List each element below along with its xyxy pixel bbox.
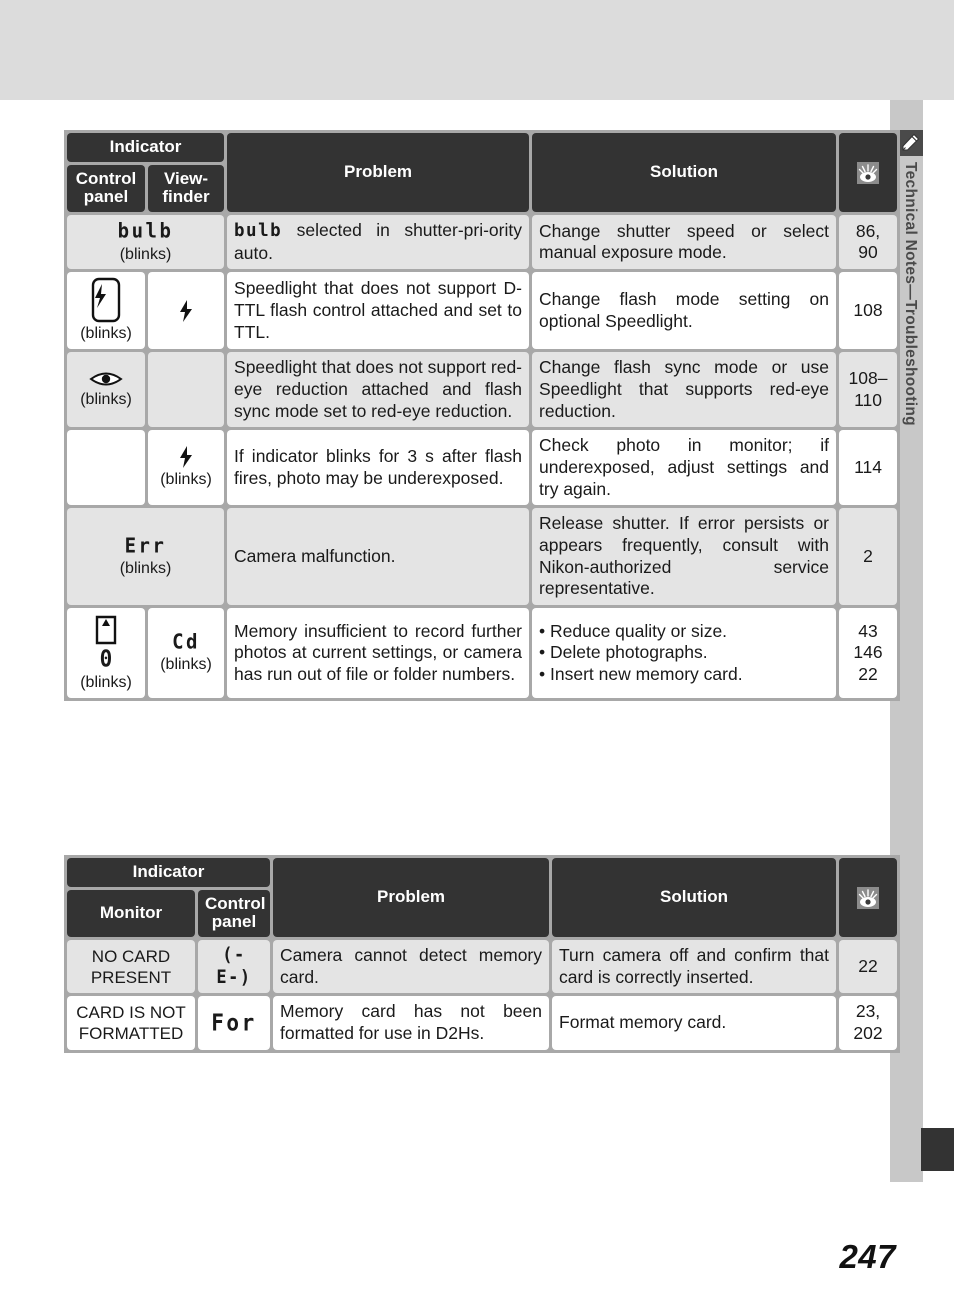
cell-indicator-viewfinder: Cd (blinks) — [148, 608, 225, 698]
cell-problem: Speedlight that does not support D-TTL f… — [227, 272, 530, 350]
blinks-note: (blinks) — [160, 656, 212, 674]
cell-solution-bullets: • Reduce quality or size. • Delete photo… — [532, 608, 837, 698]
header-control-panel: Control panel — [198, 889, 271, 938]
cell-page-ref: 108 — [839, 272, 898, 350]
cell-monitor-message: NO CARD PRESENT — [67, 940, 195, 994]
cell-solution: Change shutter speed or select manual ex… — [532, 215, 837, 270]
header-viewfinder: View- finder — [148, 164, 225, 213]
cell-solution: Change flash sync mode or use Speedlight… — [532, 352, 837, 428]
table-row: bulb (blinks) bulb selected in shutter-p… — [67, 215, 898, 270]
lcd-err: Err — [124, 533, 167, 558]
control-panel-viewfinder-error-table: Indicator Problem Solution Control panel… — [64, 130, 901, 701]
cell-indicator-err: Err (blinks) — [67, 508, 225, 606]
cell-indicator-control-panel: (blinks) — [67, 352, 145, 428]
header-control-panel: Control panel — [67, 164, 145, 213]
cell-problem: bulb selected in shutter-pri-ority auto. — [227, 215, 530, 270]
blinks-note: (blinks) — [119, 560, 172, 578]
cell-control-panel-code: For — [198, 996, 271, 1050]
cell-indicator-viewfinder — [148, 352, 225, 428]
cell-problem: If indicator blinks for 3 s after flash … — [227, 430, 530, 506]
monitor-control-panel-error-table: Indicator Problem Solution Monitor Contr… — [64, 855, 901, 1053]
cell-page-ref: 108– 110 — [839, 352, 898, 428]
cell-problem: Speedlight that does not support red-eye… — [227, 352, 530, 428]
cell-indicator-control-panel — [67, 430, 145, 506]
blinks-note: (blinks) — [80, 325, 132, 343]
eye-reference-icon — [846, 161, 890, 184]
cell-solution: Turn camera off and confirm that card is… — [552, 940, 837, 994]
lcd-cd: Cd — [172, 629, 200, 654]
header-indicator-group: Indicator — [67, 858, 271, 887]
header-problem: Problem — [227, 133, 530, 213]
cell-indicator-control-panel: (blinks) — [67, 272, 145, 350]
table-row: 0 (blinks) Cd (blinks) Memory insufficie… — [67, 608, 898, 698]
bullet-item: • Reduce quality or size. — [539, 620, 728, 641]
cell-page-ref: 23, 202 — [839, 996, 898, 1050]
top-gray-band — [0, 0, 954, 100]
flash-in-frame-icon — [74, 277, 138, 323]
cell-problem: Camera malfunction. — [227, 508, 530, 606]
page-number: 247 — [839, 1238, 896, 1275]
blinks-note: (blinks) — [160, 471, 212, 489]
red-eye-icon — [74, 369, 138, 389]
blinks-note: (blinks) — [119, 245, 172, 263]
header-monitor: Monitor — [67, 889, 195, 938]
blinks-note: (blinks) — [80, 391, 132, 409]
cell-solution: Change flash mode setting on optional Sp… — [532, 272, 837, 350]
lcd-zero: 0 — [99, 646, 113, 673]
cell-problem: Memory insufficient to record further ph… — [227, 608, 530, 698]
cell-page-ref: 86, 90 — [839, 215, 898, 270]
table-row: (blinks) If indicator blinks for 3 s aft… — [67, 430, 898, 506]
cell-monitor-message: CARD IS NOT FORMATTED — [67, 996, 195, 1050]
eye-reference-icon — [846, 886, 890, 909]
cell-indicator-control-panel: 0 (blinks) — [67, 608, 145, 698]
table-row: NO CARD PRESENT (-E-) Camera cannot dete… — [67, 940, 898, 994]
lcd-for: For — [211, 1010, 257, 1037]
table2-header-group-row: Indicator Problem Solution — [67, 858, 898, 938]
header-indicator-group: Indicator — [67, 133, 225, 162]
cell-page-ref: 114 — [839, 430, 898, 506]
header-problem: Problem — [273, 858, 550, 938]
lcd-bulb: bulb — [117, 219, 174, 243]
bullet-item: • Delete photographs. — [539, 642, 708, 663]
flash-icon — [155, 445, 217, 469]
cell-solution: Release shutter. If error persists or ap… — [532, 508, 837, 606]
cell-page-ref: 22 — [839, 940, 898, 994]
cell-indicator-viewfinder: (blinks) — [148, 430, 225, 506]
table-row: (blinks) Speedlight that does not suppor… — [67, 272, 898, 350]
lcd-bulb-inline: bulb — [234, 221, 283, 242]
cell-page-ref: 2 — [839, 508, 898, 606]
bullet-item: • Insert new memory card. — [539, 663, 743, 684]
cell-solution: Format memory card. — [552, 996, 837, 1050]
cell-indicator-bulb: bulb (blinks) — [67, 215, 225, 270]
bottom-chapter-marker — [921, 1128, 954, 1171]
cell-problem: Camera cannot detect memory card. — [273, 940, 550, 994]
header-page-reference — [839, 133, 898, 213]
memory-card-zero-icon: 0 — [74, 613, 138, 672]
lcd-no-card: (-E-) — [216, 943, 252, 989]
cell-problem: Memory card has not been formatted for u… — [273, 996, 550, 1050]
flash-icon — [155, 299, 217, 323]
header-solution: Solution — [552, 858, 837, 938]
table-row: Err (blinks) Camera malfunction. Release… — [67, 508, 898, 606]
blinks-note: (blinks) — [80, 674, 132, 692]
header-page-reference — [839, 858, 898, 938]
cell-page-ref: 43 146 22 — [839, 608, 898, 698]
cell-solution: Check photo in monitor; if underexposed,… — [532, 430, 837, 506]
cell-indicator-viewfinder — [148, 272, 225, 350]
table1-header-group-row: Indicator Problem Solution — [67, 133, 898, 213]
pencil-note-icon — [897, 130, 923, 156]
table-row: (blinks) Speedlight that does not suppor… — [67, 352, 898, 428]
chapter-tab-label: Technical Notes—Troubleshooting — [902, 162, 919, 426]
table-row: CARD IS NOT FORMATTED For Memory card ha… — [67, 996, 898, 1050]
cell-control-panel-code: (-E-) — [198, 940, 271, 994]
header-solution: Solution — [532, 133, 837, 213]
